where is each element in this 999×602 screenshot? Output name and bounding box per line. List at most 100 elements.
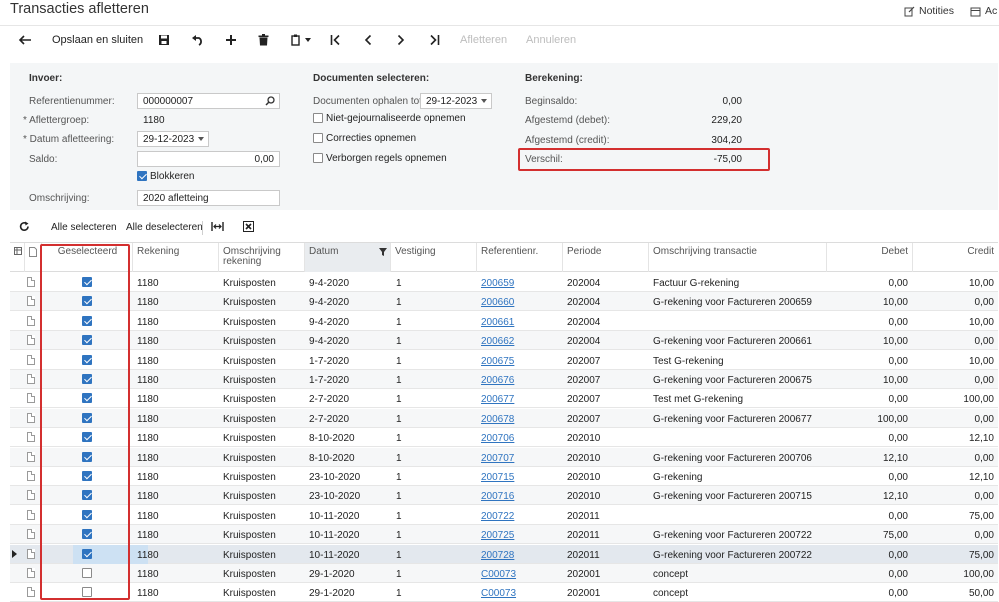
file-icon[interactable]: [27, 471, 35, 481]
beginsaldo-value: 0,00: [722, 96, 742, 107]
back-button[interactable]: [18, 34, 32, 46]
cell-referentienr-link[interactable]: 200662: [481, 336, 514, 347]
cell-referentienr-link[interactable]: 200676: [481, 375, 514, 386]
table-row[interactable]: 1180 Kruisposten 10-11-2020 1 200722 202…: [10, 506, 998, 525]
header-debet[interactable]: Debet: [826, 243, 912, 272]
trash-icon: [258, 34, 269, 46]
undo-button[interactable]: [191, 34, 204, 46]
cell-omschrijving-rekening: Kruisposten: [223, 491, 276, 503]
cell-referentienr-link[interactable]: 200659: [481, 278, 514, 289]
refresh-button[interactable]: [19, 221, 30, 232]
header-periode[interactable]: Periode: [562, 243, 648, 272]
cell-referentienr-link[interactable]: 200728: [481, 550, 514, 561]
saldo-input[interactable]: 0,00: [137, 151, 280, 167]
blokkeren-checkbox[interactable]: [137, 171, 147, 181]
table-row[interactable]: 1180 Kruisposten 9-4-2020 1 200659 20200…: [10, 273, 998, 292]
notities-button[interactable]: Notities: [904, 5, 954, 17]
header-vestiging[interactable]: Vestiging: [390, 243, 476, 272]
cell-referentienr-link[interactable]: 200715: [481, 472, 514, 483]
table-row[interactable]: 1180 Kruisposten 10-11-2020 1 200725 202…: [10, 525, 998, 545]
cell-referentienr-link[interactable]: 200722: [481, 511, 514, 522]
cell-referentienr-link[interactable]: 200677: [481, 394, 514, 405]
notities-label: Notities: [919, 5, 955, 17]
table-row[interactable]: 1180 Kruisposten 8-10-2020 1 200706 2020…: [10, 428, 998, 448]
file-icon[interactable]: [27, 490, 35, 501]
berekening-title: Berekening:: [525, 73, 583, 84]
last-record-button[interactable]: [429, 34, 440, 46]
fit-columns-button[interactable]: [211, 221, 224, 232]
file-icon[interactable]: [27, 548, 35, 559]
table-row[interactable]: 1180 Kruisposten 10-11-2020 1 200728 202…: [10, 544, 998, 564]
table-row[interactable]: 1180 Kruisposten 23-10-2020 1 200716 202…: [10, 486, 998, 506]
file-icon[interactable]: [27, 529, 35, 540]
save-close-button[interactable]: Opslaan en sluiten: [52, 34, 143, 46]
cell-periode: 202010: [567, 491, 601, 503]
cell-referentienr-link[interactable]: 200678: [481, 414, 514, 425]
save-button[interactable]: [158, 34, 170, 46]
header-omschrijving-rekening[interactable]: Omschrijving rekening: [218, 243, 304, 272]
header-datum[interactable]: Datum: [304, 243, 390, 272]
cell-referentienr-link[interactable]: C00073: [481, 569, 516, 580]
select-all-button[interactable]: Alle selecteren: [51, 222, 117, 233]
file-icon[interactable]: [27, 432, 35, 443]
clipboard-dropdown-button[interactable]: [291, 34, 311, 46]
omschrijving-input[interactable]: 2020 afletteing: [137, 190, 280, 206]
table-row[interactable]: 1180 Kruisposten 2-7-2020 1 200678 20200…: [10, 408, 998, 428]
header-referentienr[interactable]: Referentienr.: [476, 243, 562, 272]
file-icon[interactable]: [27, 374, 35, 384]
search-icon[interactable]: [265, 96, 275, 106]
file-icon[interactable]: [27, 568, 35, 578]
ophalen-select[interactable]: 29-12-2023: [420, 93, 492, 109]
cell-referentienr-link[interactable]: 200706: [481, 433, 514, 444]
file-icon[interactable]: [27, 451, 35, 462]
datum-select[interactable]: 29-12-2023: [137, 131, 209, 147]
header-credit[interactable]: Credit: [912, 243, 998, 272]
cell-debet: 100,00: [877, 413, 908, 425]
file-icon[interactable]: [27, 354, 35, 365]
filter-icon[interactable]: [379, 248, 387, 256]
table-row[interactable]: 1180 Kruisposten 1-7-2020 1 200675 20200…: [10, 351, 998, 370]
file-icon[interactable]: [27, 315, 35, 326]
cell-referentienr-link[interactable]: 200675: [481, 356, 514, 367]
table-row[interactable]: 1180 Kruisposten 23-10-2020 1 200715 202…: [10, 467, 998, 486]
table-row[interactable]: 1180 Kruisposten 8-10-2020 1 200707 2020…: [10, 447, 998, 467]
next-record-button[interactable]: [397, 34, 405, 46]
delete-button[interactable]: [258, 34, 269, 46]
table-row[interactable]: 1180 Kruisposten 9-4-2020 1 200660 20200…: [10, 292, 998, 312]
cell-referentienr-link[interactable]: 200660: [481, 297, 514, 308]
ref-input[interactable]: 000000007: [137, 93, 280, 109]
cell-referentienr-link[interactable]: 200716: [481, 491, 514, 502]
acties-button[interactable]: Ac: [970, 5, 997, 17]
verborgen-checkbox[interactable]: [313, 153, 323, 163]
file-icon[interactable]: [27, 335, 35, 346]
file-icon[interactable]: [27, 393, 35, 404]
header-omschrijving-transactie[interactable]: Omschrijving transactie: [648, 243, 826, 272]
table-row[interactable]: 1180 Kruisposten 9-4-2020 1 200661 20200…: [10, 312, 998, 331]
correcties-checkbox[interactable]: [313, 133, 323, 143]
table-row[interactable]: 1180 Kruisposten 9-4-2020 1 200662 20200…: [10, 331, 998, 351]
edit-note-icon: [904, 6, 915, 17]
add-button[interactable]: [225, 34, 237, 46]
deselect-all-button[interactable]: Alle deselecteren: [126, 222, 203, 233]
table-row[interactable]: 1180 Kruisposten 1-7-2020 1 200676 20200…: [10, 370, 998, 389]
file-icon[interactable]: [27, 296, 35, 307]
table-row[interactable]: 1180 Kruisposten 29-1-2020 1 C00073 2020…: [10, 583, 998, 602]
first-record-button[interactable]: [330, 34, 341, 46]
afletteren-button[interactable]: Afletteren: [460, 34, 507, 46]
cell-referentienr-link[interactable]: C00073: [481, 588, 516, 599]
row-settings-header[interactable]: [10, 243, 24, 272]
niet-gejournaliseerd-checkbox[interactable]: [313, 113, 323, 123]
cell-referentienr-link[interactable]: 200725: [481, 530, 514, 541]
cell-referentienr-link[interactable]: 200707: [481, 453, 514, 464]
table-row[interactable]: 1180 Kruisposten 29-1-2020 1 C00073 2020…: [10, 564, 998, 583]
header-rekening[interactable]: Rekening: [132, 243, 218, 272]
file-icon[interactable]: [27, 509, 35, 520]
file-icon[interactable]: [27, 587, 35, 598]
export-excel-button[interactable]: [243, 221, 254, 232]
table-row[interactable]: 1180 Kruisposten 2-7-2020 1 200677 20200…: [10, 389, 998, 409]
annuleren-button[interactable]: Annuleren: [526, 34, 576, 46]
file-icon[interactable]: [27, 277, 35, 287]
file-icon[interactable]: [27, 412, 35, 423]
previous-record-button[interactable]: [364, 34, 372, 46]
cell-referentienr-link[interactable]: 200661: [481, 317, 514, 328]
